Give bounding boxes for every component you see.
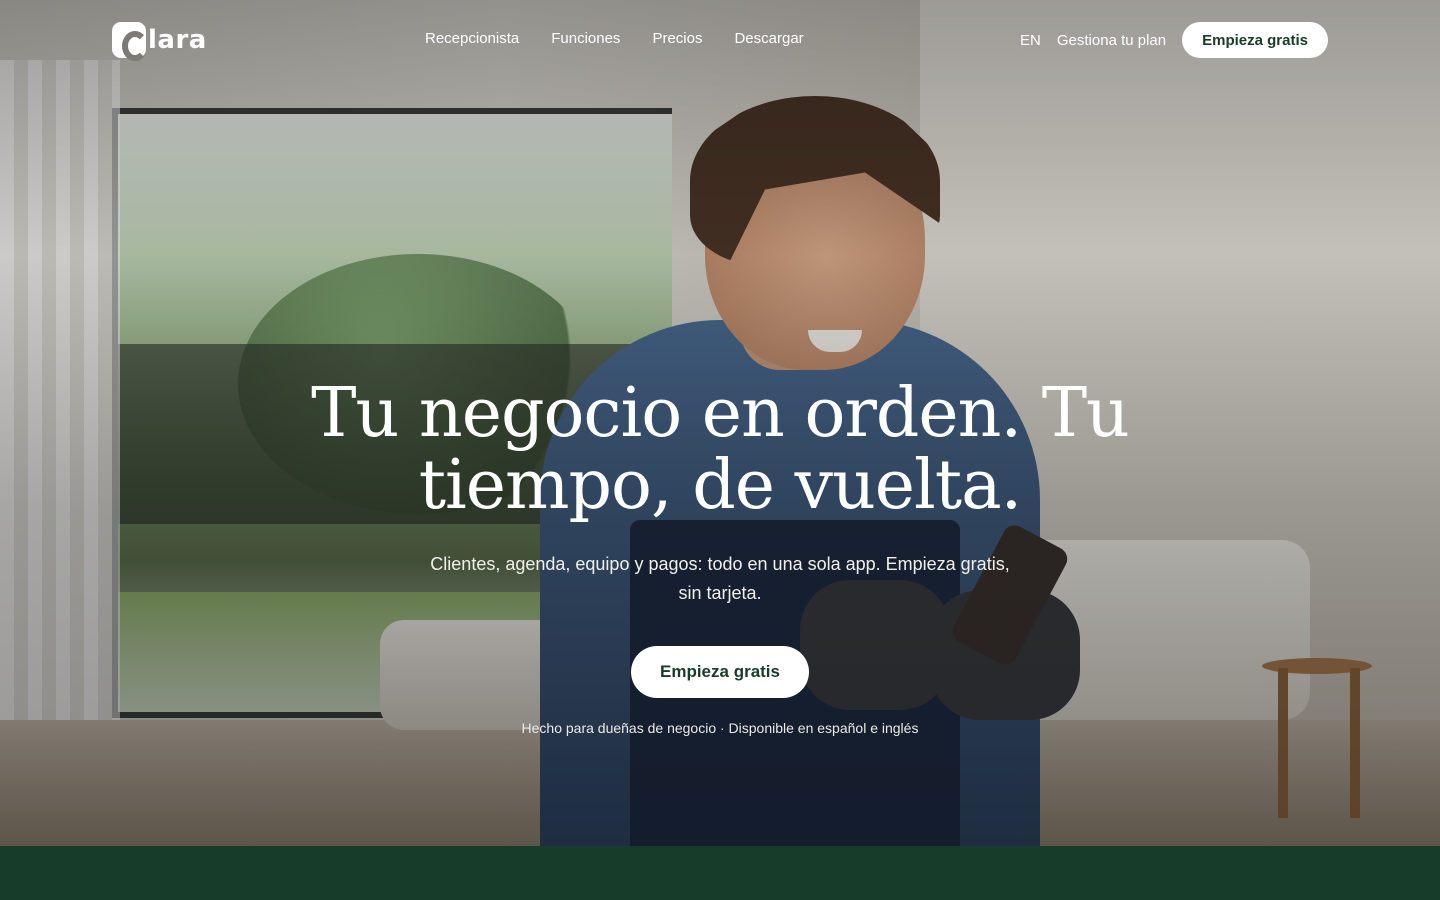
logo-text: lara bbox=[148, 25, 207, 55]
hero-headline: Tu negocio en orden. Tu tiempo, de vuelt… bbox=[311, 374, 1130, 525]
hero-footnote: Hecho para dueñas de negocio · Disponibl… bbox=[521, 720, 919, 736]
start-free-button-hero[interactable]: Empieza gratis bbox=[631, 646, 809, 698]
hero-content: Tu negocio en orden. Tu tiempo, de vuelt… bbox=[0, 374, 1440, 737]
manage-plan-link[interactable]: Gestiona tu plan bbox=[1057, 32, 1166, 49]
hero-subtitle: Clientes, agenda, equipo y pagos: todo e… bbox=[430, 554, 1010, 603]
start-free-button-nav[interactable]: Empieza gratis bbox=[1182, 22, 1328, 58]
nav-link-funciones[interactable]: Funciones bbox=[551, 30, 620, 47]
nav-link-descargar[interactable]: Descargar bbox=[734, 30, 803, 47]
language-switch[interactable]: EN bbox=[1020, 32, 1041, 49]
brand-logo[interactable]: lara bbox=[112, 22, 207, 61]
next-section-band bbox=[0, 846, 1440, 900]
top-nav: lara Recepcionista Funciones Precios Des… bbox=[0, 0, 1440, 80]
nav-links: Recepcionista Funciones Precios Descarga… bbox=[425, 30, 804, 47]
logo-c-icon bbox=[112, 22, 148, 61]
nav-right: EN Gestiona tu plan Empieza gratis bbox=[1020, 22, 1328, 58]
nav-link-precios[interactable]: Precios bbox=[652, 30, 702, 47]
nav-link-recepcionista[interactable]: Recepcionista bbox=[425, 30, 519, 47]
